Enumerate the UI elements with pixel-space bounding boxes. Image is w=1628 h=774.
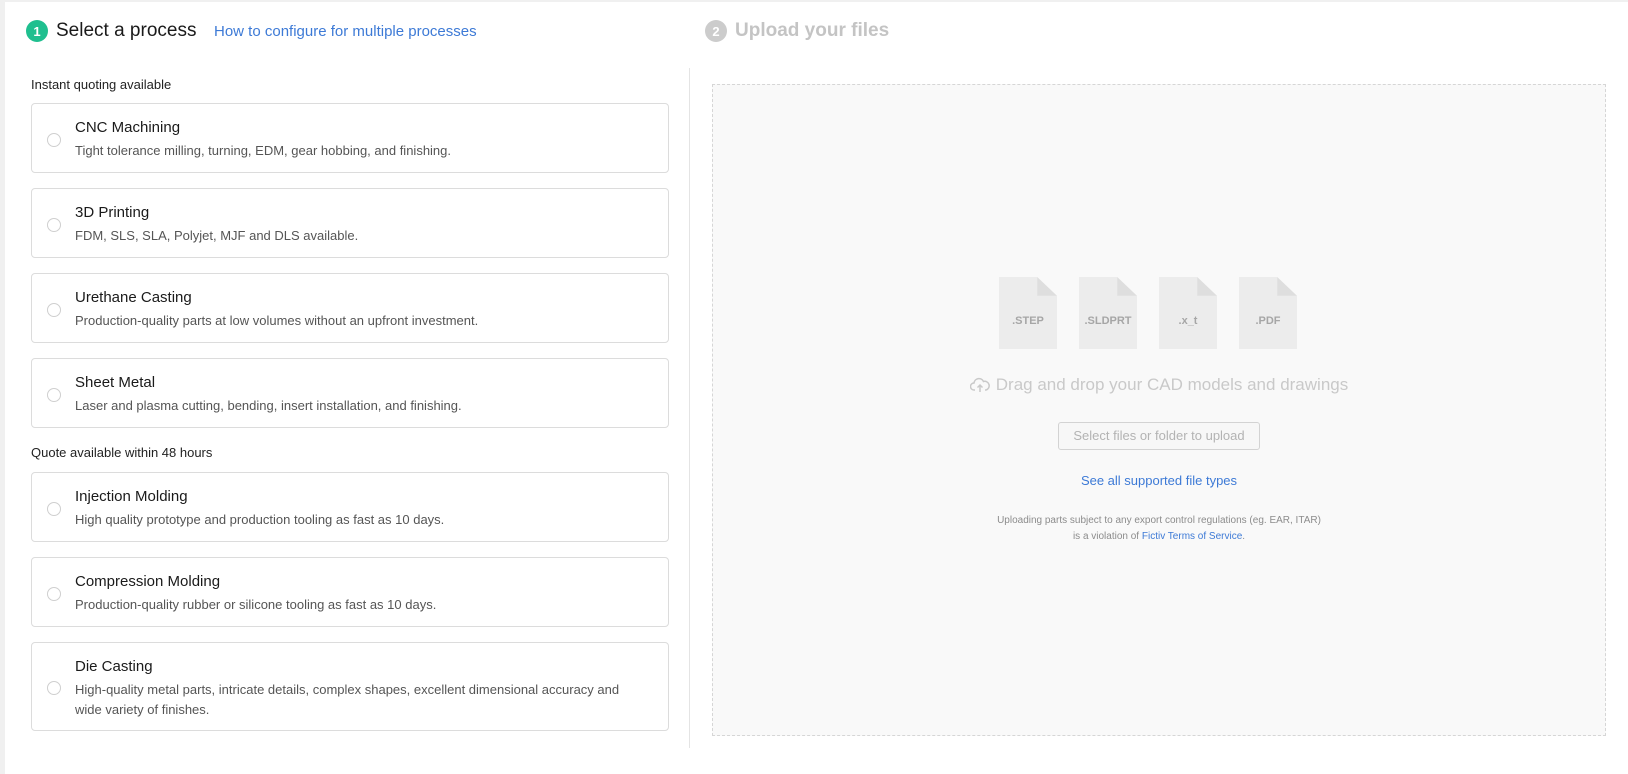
radio-button[interactable] [47,388,61,402]
process-title: Urethane Casting [75,289,192,306]
notice-prefix: is a violation of [1072,531,1140,542]
cloud-upload-icon [969,377,990,392]
step-1-number-badge: 1 [26,20,48,42]
export-control-notice: Uploading parts subject to any export co… [713,513,1605,545]
instant-quoting-label: Instant quoting available [31,77,172,92]
file-pdf-icon: .PDF [1239,277,1297,349]
file-xt-icon: .x_t [1159,277,1217,349]
file-drop-zone[interactable]: .STEP .SLDPRT .x_t .PDF Drag and drop yo… [712,84,1606,736]
process-option-cnc-machining[interactable]: CNC Machining Tight tolerance milling, t… [31,103,669,173]
process-description: FDM, SLS, SLA, Polyjet, MJF and DLS avai… [75,228,359,243]
radio-button[interactable] [47,218,61,232]
step-2-header: 2 Upload your files [705,20,889,42]
radio-button[interactable] [47,681,61,695]
process-option-compression-molding[interactable]: Compression Molding Production-quality r… [31,557,669,627]
process-title: Sheet Metal [75,374,156,391]
file-type-label: .STEP [1012,315,1044,327]
drop-text: Drag and drop your CAD models and drawin… [995,375,1349,394]
radio-button[interactable] [47,303,61,317]
process-description: Laser and plasma cutting, bending, inser… [75,398,462,413]
process-option-die-casting[interactable]: Die Casting High-quality metal parts, in… [31,642,669,731]
drop-instructions: Drag and drop your CAD models and drawin… [713,375,1605,395]
step-2-title: Upload your files [735,20,890,41]
notice-line-2: is a violation of Fictiv Terms of Servic… [713,529,1605,545]
process-description: Tight tolerance milling, turning, EDM, g… [75,143,452,158]
process-title: Compression Molding [75,573,221,590]
process-title: CNC Machining [75,119,181,136]
column-divider [689,68,690,748]
process-title: 3D Printing [75,204,150,221]
quote-48-hours-label: Quote available within 48 hours [31,445,213,460]
terms-of-service-link[interactable]: Fictiv Terms of Service [1142,531,1242,542]
notice-line-1: Uploading parts subject to any export co… [997,515,1321,526]
process-option-sheet-metal[interactable]: Sheet Metal Laser and plasma cutting, be… [31,358,669,428]
supported-file-types-link[interactable]: See all supported file types [713,473,1605,488]
file-step-icon: .STEP [999,277,1057,349]
file-type-label: .x_t [1178,315,1198,327]
file-type-label: .SLDPRT [1084,315,1132,327]
step-2-number-badge: 2 [705,20,727,42]
multiple-processes-help-link[interactable]: How to configure for multiple processes [214,23,477,40]
process-description: Production-quality parts at low volumes … [75,313,479,328]
radio-button[interactable] [47,502,61,516]
radio-button[interactable] [47,587,61,601]
select-files-button[interactable]: Select files or folder to upload [1058,422,1260,450]
process-title: Die Casting [75,658,153,675]
process-description: High-quality metal parts, intricate deta… [75,682,620,717]
process-option-3d-printing[interactable]: 3D Printing FDM, SLS, SLA, Polyjet, MJF … [31,188,669,258]
file-sldprt-icon: .SLDPRT [1079,277,1137,349]
process-option-urethane-casting[interactable]: Urethane Casting Production-quality part… [31,273,669,343]
step-1-title: Select a process [56,20,197,41]
file-type-icons: .STEP .SLDPRT .x_t .PDF [999,277,1297,349]
process-selection-page: 1 Select a process How to configure for … [0,0,1628,774]
process-description: Production-quality rubber or silicone to… [75,597,437,612]
process-option-injection-molding[interactable]: Injection Molding High quality prototype… [31,472,669,542]
step-1-header: 1 Select a process [26,20,196,42]
process-description: High quality prototype and production to… [75,512,445,527]
process-title: Injection Molding [75,488,188,505]
file-type-label: .PDF [1255,315,1281,327]
radio-button[interactable] [47,133,61,147]
notice-suffix: . [1242,531,1246,542]
